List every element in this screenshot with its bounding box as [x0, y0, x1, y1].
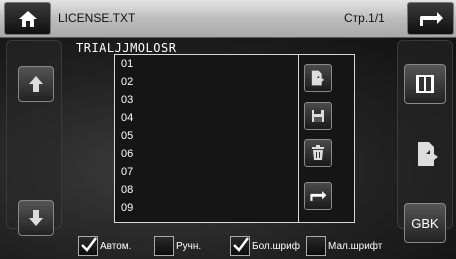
floppy-disk-icon: [312, 110, 324, 122]
back-arrow-icon: [419, 11, 443, 26]
option-large-font-label: Бол.шриф: [252, 240, 300, 252]
document-share-icon: [311, 70, 325, 86]
list-item[interactable]: 01: [121, 58, 133, 70]
return-button[interactable]: [304, 182, 332, 210]
delete-button[interactable]: [304, 139, 332, 167]
option-manual-label: Ручн.: [176, 240, 202, 252]
checkmark-icon: [81, 237, 97, 252]
arrow-up-icon: [29, 76, 43, 92]
option-manual[interactable]: Ручн.: [154, 236, 201, 256]
option-small-font-label: Мал.шрифт: [328, 240, 383, 252]
export-button[interactable]: [304, 64, 332, 92]
save-button[interactable]: [304, 102, 332, 130]
list-item[interactable]: 07: [121, 166, 133, 178]
list-item[interactable]: 02: [121, 76, 133, 88]
return-arrow-icon: [310, 191, 327, 201]
page-indicator: Стр.1/1: [344, 11, 385, 25]
file-title: LICENSE.TXT: [58, 11, 136, 25]
text-heading: TRIALJJMOLOSR: [76, 41, 177, 55]
book-icon: [416, 75, 434, 93]
checkbox-auto[interactable]: [78, 236, 98, 256]
option-small-font[interactable]: Мал.шрифт: [306, 236, 382, 256]
list-item[interactable]: 08: [121, 184, 133, 196]
list-item[interactable]: 03: [121, 94, 133, 106]
checkbox-manual[interactable]: [154, 236, 174, 256]
list-item[interactable]: 05: [121, 130, 133, 142]
option-auto-label: Автом.: [100, 240, 132, 252]
reader-area: GBK TRIALJJMOLOSR 01 02 03 04 05 06 07 0…: [0, 38, 456, 259]
option-auto[interactable]: Автом.: [78, 236, 131, 256]
checkmark-icon: [233, 237, 249, 252]
open-book-button[interactable]: [404, 64, 446, 104]
header-bar: LICENSE.TXT Стр.1/1: [0, 0, 456, 38]
option-large-font[interactable]: Бол.шриф: [230, 236, 300, 256]
checkbox-large-font[interactable]: [230, 236, 250, 256]
home-button[interactable]: [4, 2, 51, 35]
home-icon: [18, 10, 37, 27]
gbk-encoding-button[interactable]: GBK: [404, 203, 446, 243]
trash-icon: [312, 145, 324, 160]
text-list: 01 02 03 04 05 06 07 08 09: [114, 54, 355, 223]
scroll-up-button[interactable]: [18, 66, 54, 102]
arrow-down-icon: [29, 210, 43, 226]
document-share-icon[interactable]: [416, 141, 440, 167]
checkbox-small-font[interactable]: [306, 236, 326, 256]
list-item[interactable]: 04: [121, 112, 133, 124]
list-item[interactable]: 06: [121, 148, 133, 160]
list-item[interactable]: 09: [121, 202, 133, 214]
scroll-down-button[interactable]: [18, 200, 54, 236]
back-button[interactable]: [407, 2, 454, 35]
list-divider: [298, 55, 299, 222]
